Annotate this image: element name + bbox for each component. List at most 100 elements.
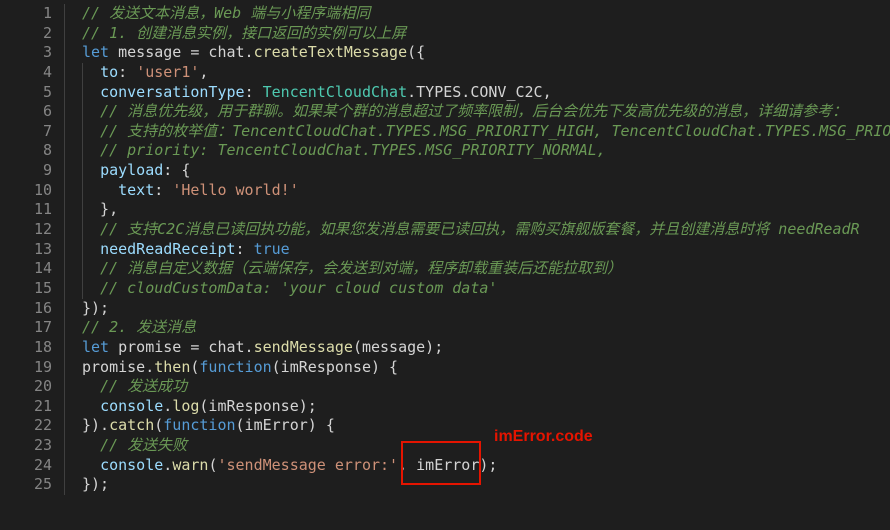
code-line[interactable]: // 消息优先级，用于群聊。如果某个群的消息超过了频率限制，后台会优先下发高优先… <box>82 102 890 122</box>
code-line[interactable]: // cloudCustomData: 'your cloud custom d… <box>82 279 890 299</box>
code-token: true <box>253 239 290 258</box>
code-token: to <box>100 62 119 81</box>
code-line[interactable]: // 支持的枚举值：TencentCloudChat.TYPES.MSG_PRI… <box>82 122 890 142</box>
line-number: 18 <box>33 337 52 356</box>
line-number: 6 <box>42 102 52 121</box>
code-token: // 发送成功 <box>100 377 188 396</box>
code-token: (imResponse); <box>199 396 317 415</box>
code-token: needReadReceipt <box>100 239 236 258</box>
code-editor[interactable]: 1 2 3 4 5 6 7 8 9 10 11 12 13 14 15 16 17 18 19 20 21 22 23 24 2… <box>0 0 890 530</box>
code-line[interactable]: // 发送文本消息，Web 端与小程序端相同 <box>82 4 890 24</box>
line-number: 5 <box>42 82 52 101</box>
line-number: 2 <box>42 23 52 42</box>
code-token: }, <box>82 200 119 219</box>
code-token: 'Hello world!' <box>172 180 299 199</box>
code-token: // 2. 发送消息 <box>82 318 197 337</box>
code-line[interactable]: console.log(imResponse); <box>82 397 890 417</box>
code-line[interactable]: // 支持C2C消息已读回执功能，如果您发消息需要已读回执，需购买旗舰版套餐，并… <box>82 220 890 240</box>
line-number: 9 <box>42 161 52 180</box>
code-token: .TYPES.CONV_C2C, <box>407 82 552 101</box>
code-token: catch <box>109 416 155 435</box>
code-line[interactable]: // 消息自定义数据（云端保存，会发送到对端，程序卸载重装后还能拉取到） <box>82 259 890 279</box>
code-token: ( <box>154 416 164 435</box>
line-number: 16 <box>33 298 52 317</box>
line-number: 11 <box>33 200 52 219</box>
code-line[interactable]: needReadReceipt: true <box>82 240 890 260</box>
code-token: TencentCloudChat <box>262 82 408 101</box>
code-token: }); <box>82 475 110 494</box>
code-token: text <box>118 180 155 199</box>
line-number: 23 <box>33 436 52 455</box>
code-line[interactable]: }); <box>82 475 890 495</box>
code-token: }); <box>82 298 110 317</box>
code-token: . <box>163 455 173 474</box>
code-token: // 消息自定义数据（云端保存，会发送到对端，程序卸载重装后还能拉取到） <box>100 259 623 278</box>
indent-guide <box>64 4 65 495</box>
code-area[interactable]: // 发送文本消息，Web 端与小程序端相同// 1. 创建消息实例，接口返回的… <box>82 4 890 495</box>
code-token: conversationType <box>100 82 245 101</box>
code-line[interactable]: // 发送成功 <box>82 377 890 397</box>
code-token: : { <box>163 161 191 180</box>
code-line[interactable]: console.warn('sendMessage error:', imErr… <box>82 456 890 476</box>
code-token: // priority: TencentCloudChat.TYPES.MSG_… <box>100 141 606 160</box>
code-token: log <box>172 396 200 415</box>
line-number: 24 <box>33 455 52 474</box>
code-token: sendMessage <box>253 337 353 356</box>
code-token: promise = chat. <box>109 337 254 356</box>
code-token: : <box>244 82 263 101</box>
code-token: function <box>199 357 272 376</box>
line-number: 10 <box>33 180 52 199</box>
code-token: // 支持的枚举值：TencentCloudChat.TYPES.MSG_PRI… <box>100 121 890 140</box>
code-line[interactable]: promise.then(function(imResponse) { <box>82 358 890 378</box>
line-number: 25 <box>33 475 52 494</box>
code-token: // 1. 创建消息实例，接口返回的实例可以上屏 <box>82 23 407 42</box>
code-token: // 发送文本消息，Web 端与小程序端相同 <box>82 4 371 22</box>
code-token: (message); <box>352 337 444 356</box>
highlight-box <box>401 441 481 485</box>
code-line[interactable]: }); <box>82 299 890 319</box>
code-token: }). <box>82 416 110 435</box>
code-line[interactable]: to: 'user1', <box>82 63 890 83</box>
code-line[interactable]: let promise = chat.sendMessage(message); <box>82 338 890 358</box>
code-token: . <box>163 396 173 415</box>
code-token: ({ <box>407 43 426 62</box>
code-line[interactable]: payload: { <box>82 161 890 181</box>
code-token: let <box>82 43 110 62</box>
annotation-label: imError.code <box>494 428 593 445</box>
code-token: : <box>118 62 137 81</box>
code-line[interactable]: let message = chat.createTextMessage({ <box>82 43 890 63</box>
line-number: 15 <box>33 278 52 297</box>
code-line[interactable]: // 发送失败 <box>82 436 890 456</box>
code-token: // 消息优先级，用于群聊。如果某个群的消息超过了频率限制，后台会优先下发高优先… <box>100 102 848 121</box>
code-line[interactable]: // 1. 创建消息实例，接口返回的实例可以上屏 <box>82 24 890 44</box>
line-number: 20 <box>33 377 52 396</box>
line-number: 3 <box>42 43 52 62</box>
line-number: 1 <box>42 4 52 22</box>
code-token: then <box>154 357 191 376</box>
code-line[interactable]: // 2. 发送消息 <box>82 318 890 338</box>
code-token: // 发送失败 <box>100 436 188 455</box>
line-number: 17 <box>33 318 52 337</box>
code-token: let <box>82 337 110 356</box>
code-token: // cloudCustomData: 'your cloud custom d… <box>100 278 498 297</box>
code-token: 'sendMessage error:' <box>217 455 399 474</box>
code-token: warn <box>172 455 209 474</box>
line-number: 7 <box>42 121 52 140</box>
code-token: console <box>100 455 164 474</box>
code-line[interactable]: // priority: TencentCloudChat.TYPES.MSG_… <box>82 141 890 161</box>
code-line[interactable]: text: 'Hello world!' <box>82 181 890 201</box>
line-number: 21 <box>33 396 52 415</box>
code-token: : <box>154 180 173 199</box>
code-line[interactable]: conversationType: TencentCloudChat.TYPES… <box>82 83 890 103</box>
code-line[interactable]: }).catch(function(imError) { <box>82 416 890 436</box>
code-line[interactable]: }, <box>82 200 890 220</box>
